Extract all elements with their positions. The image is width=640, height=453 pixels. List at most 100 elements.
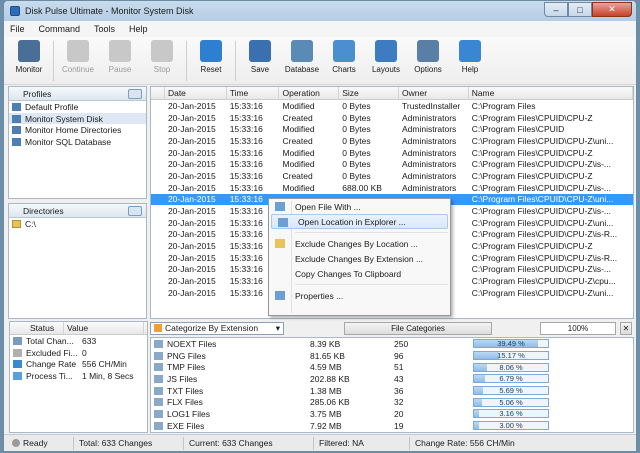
profiles-options-button[interactable] (128, 89, 142, 99)
category-row[interactable]: LOG1 Files 3.75 MB 20 3.16 % (151, 408, 633, 420)
context-menu-item[interactable]: Exclude Changes By Location ... (269, 236, 450, 251)
cell-name: C:\Program Files\CPUID\CPU-Z\uni... (471, 194, 614, 205)
column-operation[interactable]: Operation (279, 87, 340, 99)
exclude-folder-icon (275, 239, 285, 248)
table-row[interactable]: 20-Jan-2015 15:33:16 Modified 0 Bytes Truste… (151, 100, 633, 112)
table-row[interactable]: 20-Jan-2015 15:33:16 Created 0 Bytes Adminis… (151, 170, 633, 182)
maximize-button[interactable]: □ (568, 2, 592, 17)
percent-bar: 5.06 % (473, 397, 549, 407)
context-menu-item[interactable]: Copy Changes To Clipboard (269, 266, 450, 281)
reset-button[interactable]: Reset (190, 37, 232, 74)
stop-button[interactable]: Stop (141, 37, 183, 74)
column-owner[interactable]: Owner (399, 87, 469, 99)
layouts-button[interactable]: Layouts (365, 37, 407, 74)
percent-bar: 8.06 % (473, 362, 549, 372)
status-rate: Change Rate: 556 CH/Min (415, 438, 515, 448)
cell-name: C:\Program Files\CPUID (471, 124, 565, 135)
context-menu-item[interactable]: Open File With ... (269, 199, 450, 214)
stats-column-status[interactable]: Status (10, 322, 64, 334)
category-row[interactable]: PNG Files 81.65 KB 96 15.17 % (151, 350, 633, 362)
close-button[interactable]: ✕ (592, 2, 632, 17)
profile-item[interactable]: Monitor Home Directories (9, 124, 146, 136)
grid-header: Date Time Operation Size Owner Name (151, 87, 633, 100)
cell-date: 20-Jan-2015 (167, 287, 216, 298)
category-row[interactable]: NOEXT Files 8.39 KB 250 39.49 % (151, 338, 633, 350)
file-type-icon (154, 363, 163, 372)
category-row[interactable]: TXT Files 1.38 MB 36 5.69 % (151, 385, 633, 397)
file-type-icon (154, 421, 163, 430)
cell-date: 20-Jan-2015 (167, 182, 216, 193)
cell-size: 0 Bytes (342, 159, 371, 170)
table-row[interactable]: 20-Jan-2015 15:33:16 Modified 0 Bytes Admini… (151, 123, 633, 135)
menu-file[interactable]: File (10, 24, 25, 34)
monitor-button[interactable]: Monitor (8, 37, 50, 74)
profile-item[interactable]: Monitor System Disk (9, 112, 146, 125)
cell-name: C:\Program Files\CPUID\CPU-Z\is-... (471, 159, 612, 170)
table-row[interactable]: 20-Jan-2015 15:33:16 Created 0 Bytes Adminis… (151, 112, 633, 124)
directory-item[interactable]: C:\ (9, 218, 146, 230)
charts-button[interactable]: Charts (323, 37, 365, 74)
categorize-select[interactable]: Categorize By Extension (150, 321, 284, 335)
column-size[interactable]: Size (339, 87, 399, 99)
context-menu: Open File With ... Open Location in Explo… (268, 198, 451, 316)
column-name[interactable]: Name (469, 87, 633, 99)
cell-time: 15:33:16 (229, 147, 263, 158)
stat-row: Process Ti... 1 Min, 8 Secs (10, 370, 147, 382)
categorize-icon (154, 324, 162, 332)
cell-date: 20-Jan-2015 (167, 194, 216, 205)
table-row[interactable]: 20-Jan-2015 15:33:16 Modified 0 Bytes Admini… (151, 147, 633, 159)
column-time[interactable]: Time (227, 87, 280, 99)
profile-icon (12, 114, 21, 123)
directories-panel: Directories C:\ (8, 203, 147, 319)
menu-tools[interactable]: Tools (94, 24, 115, 34)
menu-help[interactable]: Help (129, 24, 148, 34)
directories-options-button[interactable] (128, 206, 142, 216)
cell-name: C:\Program Files\CPUID\CPU-Z (471, 170, 593, 181)
folder-open-icon (278, 218, 288, 227)
open-file-icon (275, 202, 285, 211)
continue-button[interactable]: Continue (57, 37, 99, 74)
minimize-button[interactable]: – (544, 2, 568, 17)
profile-item[interactable]: Monitor SQL Database (9, 136, 146, 148)
stat-row: Total Chan... 633 (10, 335, 147, 347)
cell-size: 0 Bytes (342, 100, 371, 111)
cell-date: 20-Jan-2015 (167, 159, 216, 170)
pause-button[interactable]: Pause (99, 37, 141, 74)
database-button[interactable]: Database (281, 37, 323, 74)
cell-name: C:\Program Files\CPUID\CPU-Z\uni... (471, 287, 614, 298)
table-row[interactable]: 20-Jan-2015 15:33:16 Modified 688.00 KB Admi… (151, 182, 633, 194)
category-row[interactable]: FLX Files 285.06 KB 32 5.06 % (151, 396, 633, 408)
cell-date: 20-Jan-2015 (167, 252, 216, 263)
cell-op: Created (282, 135, 313, 146)
context-menu-item[interactable]: Open Location in Explorer ... (271, 214, 448, 229)
column-date[interactable]: Date (165, 87, 227, 99)
status-bar: Ready Total: 633 Changes Current: 633 Ch… (4, 434, 636, 451)
category-row[interactable]: JS Files 202.88 KB 43 6.79 % (151, 373, 633, 385)
cell-date: 20-Jan-2015 (167, 264, 216, 275)
menu-command[interactable]: Command (39, 24, 81, 34)
zoom-level[interactable]: 100% (540, 321, 616, 335)
stats-column-value[interactable]: Value (64, 322, 144, 334)
cell-name: C:\Program Files\CPUID\CPU-Z\is-... (471, 264, 612, 275)
category-row[interactable]: EXE Files 7.92 MB 19 3.00 % (151, 420, 633, 432)
file-type-icon (154, 374, 163, 383)
save-icon (249, 40, 271, 62)
options-button[interactable]: Options (407, 37, 449, 74)
cell-owner: Administrators (401, 159, 457, 170)
cell-name: C:\Program Files\CPUID\CPU-Z (471, 241, 593, 252)
process-time-icon (13, 371, 22, 380)
toolbar-separator (235, 41, 236, 81)
cell-name: C:\Program Files\CPUID\CPU-Z (471, 112, 593, 123)
table-row[interactable]: 20-Jan-2015 15:33:16 Created 0 Bytes Adminis… (151, 135, 633, 147)
category-row[interactable]: TMP Files 4.59 MB 51 8.06 % (151, 361, 633, 373)
context-menu-item[interactable]: Exclude Changes By Extension ... (269, 251, 450, 266)
help-button[interactable]: Help (449, 37, 491, 74)
cell-time: 15:33:16 (229, 124, 263, 135)
table-row[interactable]: 20-Jan-2015 15:33:16 Modified 0 Bytes Admini… (151, 158, 633, 170)
close-categories-icon[interactable]: ✕ (620, 321, 632, 335)
context-menu-item[interactable]: Properties ... (269, 288, 450, 303)
save-button[interactable]: Save (239, 37, 281, 74)
excluded-files-icon (13, 348, 22, 357)
profile-item[interactable]: Default Profile (9, 101, 146, 113)
file-categories-button[interactable]: File Categories (344, 321, 492, 335)
